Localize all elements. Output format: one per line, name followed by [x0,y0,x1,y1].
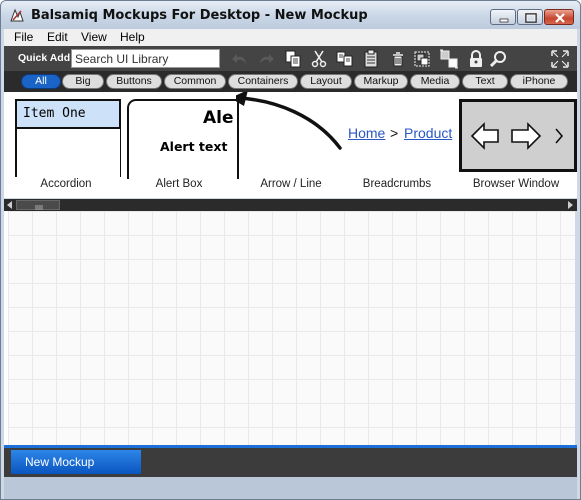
copy-icon[interactable] [283,49,303,69]
library-item-alert-box[interactable]: Ale Alert text Alert Box [124,92,239,198]
filter-text[interactable]: Text [462,74,508,89]
filter-markup[interactable]: Markup [354,74,408,89]
close-button[interactable] [544,9,574,25]
browser-window-label: Browser Window [472,178,560,190]
quick-add-label: Quick Add: [18,52,74,64]
menu-edit[interactable]: Edit [47,30,68,44]
browser-nav-arrows-icon [470,122,564,150]
accordion-label: Accordion [40,178,92,190]
delete-icon[interactable] [388,49,408,69]
library-item-browser-window[interactable]: Browser Window [458,92,577,198]
menu-view[interactable]: View [81,30,107,44]
alert-box-label: Alert Box [155,178,203,190]
filter-buttons[interactable]: Buttons [106,74,162,89]
breadcrumb-product-link: Product [404,125,453,141]
duplicate-icon[interactable] [335,49,355,69]
arrow-line-label: Arrow / Line [260,178,322,190]
library-horizontal-scrollbar[interactable] [4,199,577,211]
paste-icon[interactable] [361,49,381,69]
cut-icon[interactable] [309,49,329,69]
curved-arrow-icon [236,92,342,150]
library-filter-bar: All Big Buttons Common Containers Layout… [4,71,577,92]
lock-icon[interactable] [466,49,486,69]
mockup-canvas[interactable] [8,211,575,445]
app-window: Balsamiq Mockups For Desktop - New Mocku… [0,0,581,500]
alert-box-title: Ale [203,108,234,128]
filter-iphone[interactable]: iPhone [510,74,568,89]
filter-common[interactable]: Common [164,74,226,89]
ui-library-strip: Item One Accordion Ale Alert text Alert … [4,92,577,198]
redo-icon[interactable] [255,49,275,69]
minimize-button[interactable] [490,9,516,25]
mockup-tabs-bar: New Mockup [4,445,577,477]
menu-bar: File Edit View Help [4,29,577,46]
quick-add-search-input[interactable] [71,49,220,68]
filter-media[interactable]: Media [410,74,460,89]
filter-containers[interactable]: Containers [228,74,298,89]
breadcrumbs-label: Breadcrumbs [362,178,432,190]
library-item-breadcrumbs[interactable]: Home > Product Breadcrumbs [346,92,458,198]
maximize-icon [525,13,537,23]
filter-all[interactable]: All [21,74,61,89]
search-icon[interactable] [489,49,509,69]
window-title: Balsamiq Mockups For Desktop - New Mocku… [31,8,368,23]
app-logo-icon [10,8,24,22]
accordion-item: Item One [15,99,121,129]
menu-help[interactable]: Help [120,30,145,44]
breadcrumb-home-link: Home [348,125,386,141]
filter-layout[interactable]: Layout [300,74,352,89]
toolbar: Quick Add: [4,46,577,71]
minimize-icon [499,18,509,23]
library-item-accordion[interactable]: Item One Accordion [4,92,122,198]
ungroup-icon[interactable] [439,49,459,69]
undo-icon[interactable] [231,49,251,69]
maximize-button[interactable] [517,9,543,25]
group-icon[interactable] [412,49,432,69]
menu-file[interactable]: File [14,30,33,44]
library-item-arrow-line[interactable]: Arrow / Line [236,92,346,198]
alert-box-text: Alert text [160,139,228,154]
scroll-right-icon[interactable] [566,201,574,209]
tab-new-mockup[interactable]: New Mockup [11,450,141,474]
close-icon [555,13,565,23]
window-bottom-frame [4,477,577,499]
scrollbar-thumb[interactable] [16,200,60,210]
fullscreen-icon[interactable] [550,49,570,69]
title-bar[interactable]: Balsamiq Mockups For Desktop - New Mocku… [1,1,580,29]
filter-big[interactable]: Big [62,74,104,89]
scroll-left-icon[interactable] [6,201,14,209]
breadcrumb-separator: > [390,125,399,141]
